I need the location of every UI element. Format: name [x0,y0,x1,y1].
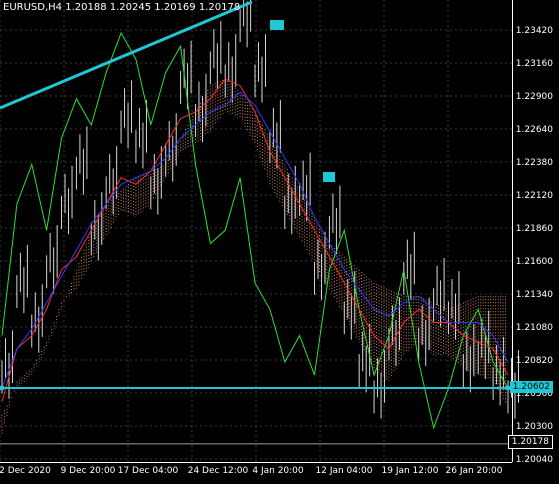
current-price-label: 1.20178 [507,435,553,449]
price-tick: 1.22380 [515,158,553,168]
price-tick: 1.20300 [515,422,553,432]
bid-low: 1.20169 [154,2,196,13]
price-tick: 1.20040 [515,455,553,465]
price-tick: 1.21080 [515,323,553,333]
price-tick: 1.22120 [515,191,553,201]
time-tick: 9 Dec 20:00 [60,466,116,476]
time-tick: 26 Jan 20:00 [445,466,503,476]
price-tick: 1.23160 [515,59,553,69]
horizontal-line-price-label[interactable]: 1.20602 [509,381,553,393]
symbol-name: EURUSD,H4 [3,2,63,13]
price-tick: 1.22640 [515,125,553,135]
time-tick: 24 Dec 12:00 [187,466,249,476]
price-tick: 1.21600 [515,257,553,267]
time-tick: 19 Jan 12:00 [381,466,439,476]
price-chart[interactable] [0,0,559,484]
horizontal-line-handle [0,386,4,391]
ichimoku-cloud [1,79,506,435]
high-marker [270,20,284,30]
bid-high: 1.20245 [109,2,152,13]
bid-open: 1.20188 [65,2,107,13]
time-tick: 17 Dec 04:00 [117,466,179,476]
time-tick: 12 Jan 04:00 [315,466,373,476]
price-tick: 1.21340 [515,290,553,300]
price-tick: 1.20820 [515,356,553,366]
anchor-marker [323,172,335,182]
price-tick: 1.23420 [515,26,553,36]
time-tick: 2 Dec 2020 [0,466,51,476]
time-tick: 4 Jan 20:00 [252,466,304,476]
chart-title: EURUSD,H4 1.20188 1.20245 1.20169 1.2017… [3,2,240,13]
price-tick: 1.22900 [515,92,553,102]
bid-close: 1.20178 [198,2,241,13]
price-tick: 1.21860 [515,224,553,234]
